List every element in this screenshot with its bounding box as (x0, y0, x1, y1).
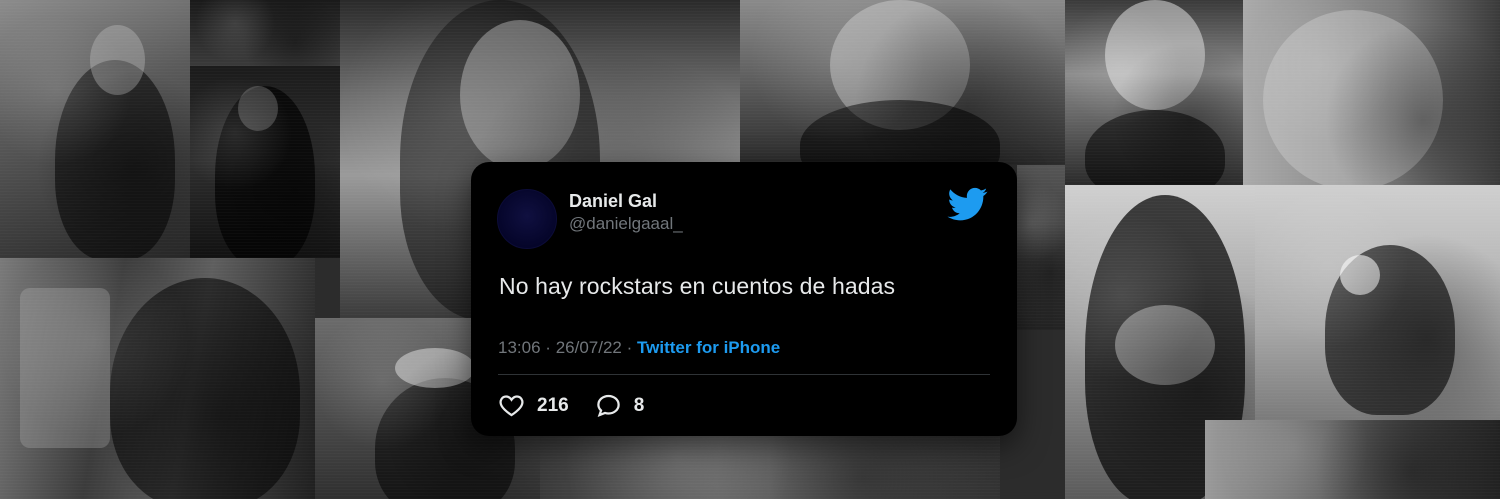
twitter-bird-icon (947, 187, 988, 221)
tweet-text: No hay rockstars en cuentos de hadas (499, 273, 896, 299)
photo-right-bottom-plants (1205, 420, 1500, 499)
photo-bottom-center (540, 436, 1000, 499)
tweet-date[interactable]: 26/07/22 (556, 338, 622, 357)
divider (498, 374, 990, 375)
like-button[interactable]: 216 (498, 392, 569, 419)
photo-top-left (0, 0, 190, 258)
heart-icon (499, 395, 524, 417)
photo-right-mask (1065, 0, 1243, 185)
photo-left-top-strip (190, 0, 340, 66)
photo-right-shirtless (1243, 0, 1500, 185)
meta-separator: · (545, 338, 551, 357)
photo-left-guitar (190, 66, 340, 258)
photo-left-slot-machine (0, 258, 315, 499)
photo-center-right-dark (1017, 165, 1065, 330)
photo-right-couch (1255, 185, 1500, 420)
tweet-time[interactable]: 13:06 (498, 338, 541, 357)
reply-count: 8 (633, 394, 645, 416)
tweet-source[interactable]: Twitter for iPhone (637, 338, 780, 357)
reply-button[interactable]: 8 (595, 392, 645, 419)
photo-center-bottle (740, 0, 1065, 165)
tweet-actions: 216 8 (498, 392, 670, 419)
tweet-meta: 13:06 · 26/07/22 · Twitter for iPhone (498, 338, 780, 358)
speech-bubble-icon (596, 394, 620, 417)
tweet-card[interactable]: Daniel Gal @danielgaaal_ No hay rockstar… (471, 162, 1017, 436)
meta-separator: · (626, 338, 633, 357)
tweet-display-name[interactable]: Daniel Gal (569, 191, 657, 212)
profile-banner: Daniel Gal @danielgaaal_ No hay rockstar… (0, 0, 1500, 499)
like-count: 216 (537, 394, 569, 416)
tweet-handle[interactable]: @danielgaaal_ (569, 214, 683, 234)
avatar[interactable] (497, 189, 557, 249)
